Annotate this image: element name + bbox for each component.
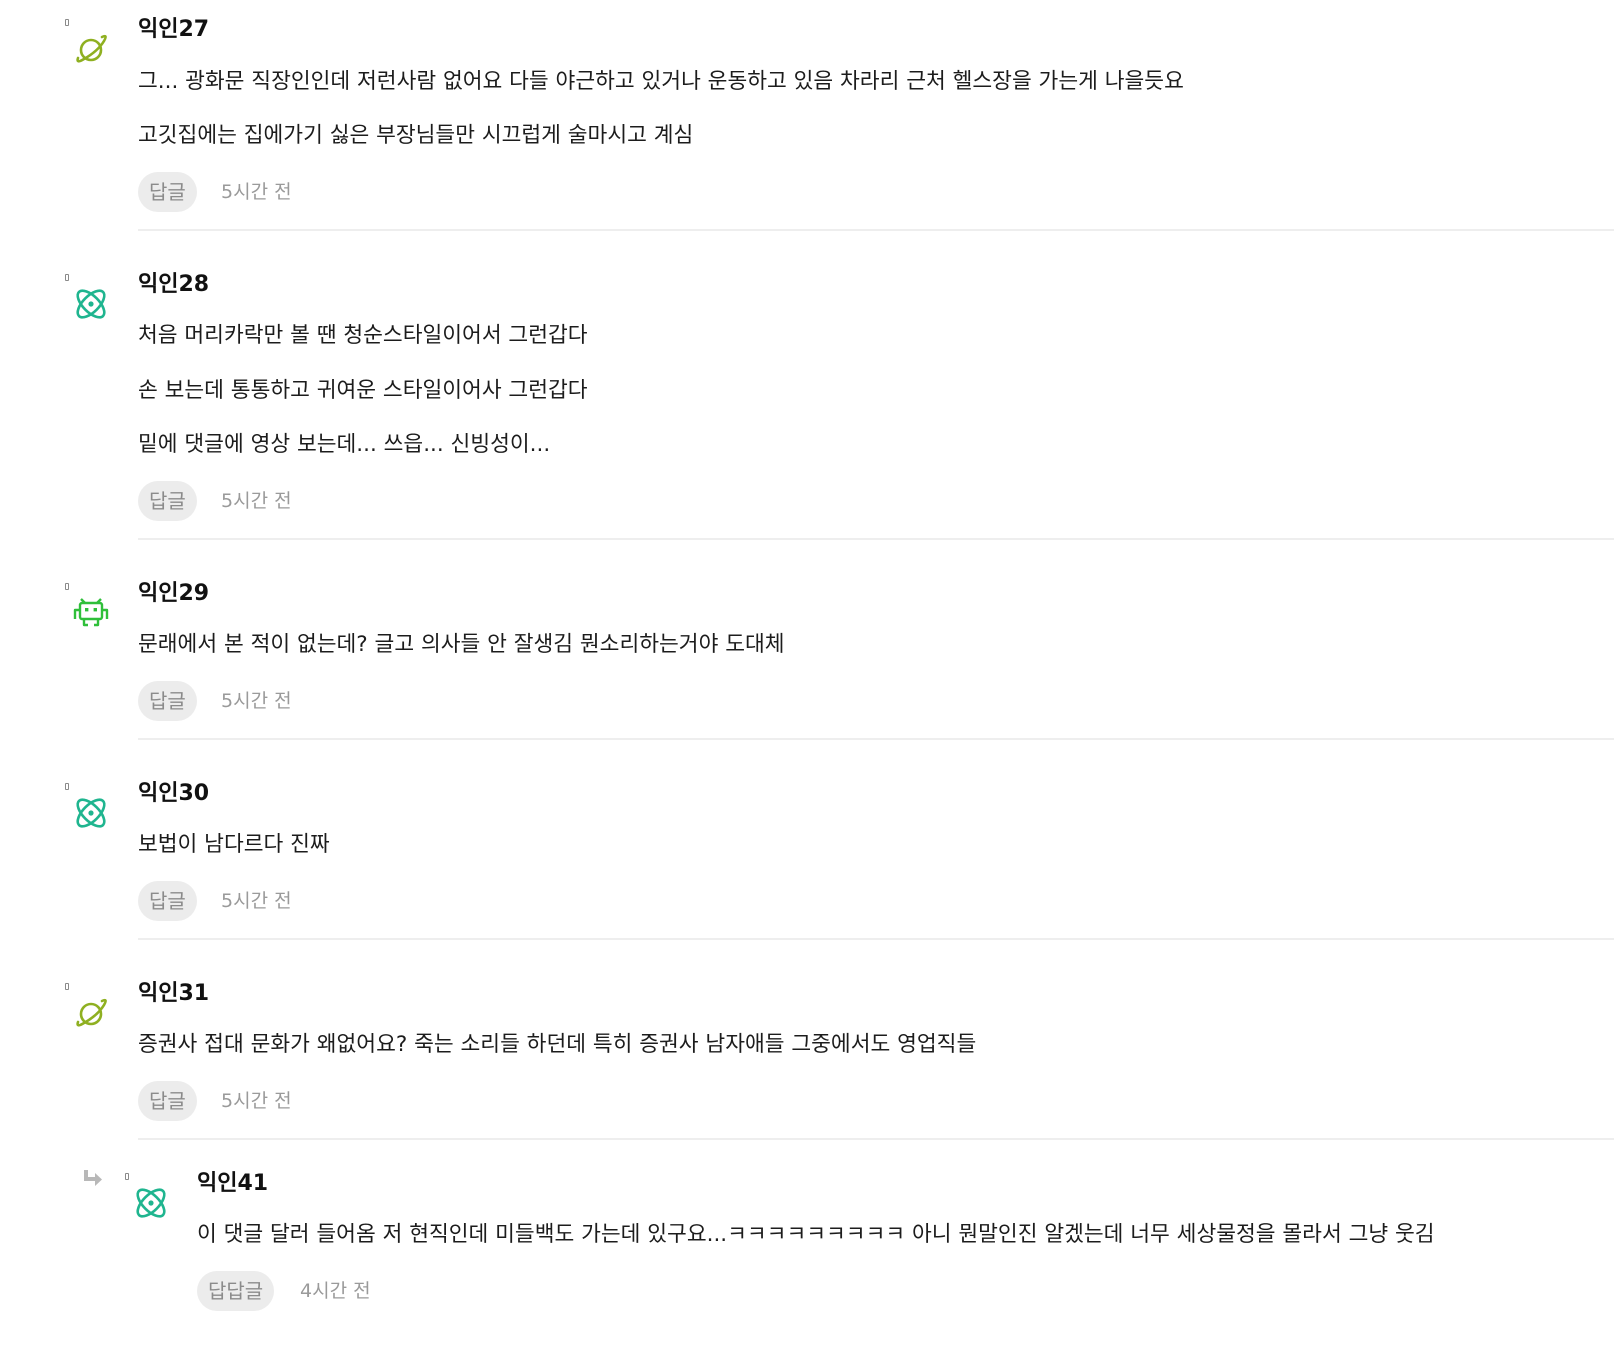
- comment-text-line: 증권사 접대 문화가 왜없어요? 죽는 소리들 하던데 특히 증권사 남자애들 …: [138, 1032, 977, 1057]
- reply-arrow-icon: [80, 1167, 104, 1191]
- comment-text-line: 이 댓글 달러 들어옴 저 현직인데 미들백도 가는데 있구요...ㅋㅋㅋㅋㅋㅋ…: [197, 1222, 1435, 1247]
- comment-text-line: 밑에 댓글에 영상 보는데... 쓰읍... 신빙성이...: [138, 432, 551, 457]
- marker-icon: [65, 783, 69, 790]
- divider: [138, 738, 1614, 740]
- atom-icon: [71, 793, 111, 833]
- atom-icon: [71, 284, 111, 324]
- comment-text-line: 문래에서 본 적이 없는데? 글고 의사들 안 잘생김 뭔소리하는거야 도대체: [138, 632, 785, 657]
- reply-button[interactable]: 답글: [138, 481, 197, 521]
- comment-author: 익인27: [138, 17, 210, 42]
- reply-button[interactable]: 답글: [138, 681, 197, 721]
- planet-icon: [71, 993, 111, 1033]
- marker-icon: [65, 274, 69, 281]
- comment-time: 5시간 전: [221, 1090, 292, 1112]
- planet-icon: [71, 29, 111, 69]
- comment-time: 4시간 전: [300, 1280, 371, 1302]
- comment-time: 5시간 전: [221, 690, 292, 712]
- divider: [138, 538, 1614, 540]
- comment-time: 5시간 전: [221, 890, 292, 912]
- comment-text-line: 보법이 남다르다 진짜: [138, 832, 330, 857]
- comment-text-line: 손 보는데 통통하고 귀여운 스타일이어사 그런갑다: [138, 378, 588, 403]
- comment-author: 익인29: [138, 581, 210, 606]
- comment-author: 익인31: [138, 981, 210, 1006]
- reply-button[interactable]: 답답글: [197, 1271, 275, 1311]
- marker-icon: [65, 983, 69, 990]
- comment-text-line: 그... 광화문 직장인인데 저런사람 없어요 다들 야근하고 있거나 운동하고…: [138, 69, 1184, 94]
- comment-author: 익인41: [197, 1171, 269, 1196]
- marker-icon: [65, 19, 69, 26]
- comment-time: 5시간 전: [221, 181, 292, 203]
- comment-author: 익인30: [138, 781, 210, 806]
- reply-button[interactable]: 답글: [138, 881, 197, 921]
- comment-author: 익인28: [138, 272, 210, 297]
- marker-icon: [65, 583, 69, 590]
- comment-text-line: 처음 머리카락만 볼 땐 청순스타일이어서 그런갑다: [138, 323, 588, 348]
- comment-text-line: 고깃집에는 집에가기 싫은 부장님들만 시끄럽게 술마시고 계심: [138, 123, 694, 148]
- divider: [138, 229, 1614, 231]
- atom-icon: [131, 1183, 171, 1223]
- divider: [138, 1138, 1614, 1140]
- reply-button[interactable]: 답글: [138, 1081, 197, 1121]
- comment-time: 5시간 전: [221, 490, 292, 512]
- reply-button[interactable]: 답글: [138, 172, 197, 212]
- marker-icon: [125, 1173, 129, 1180]
- space-invader-icon: [71, 593, 111, 633]
- divider: [138, 938, 1614, 940]
